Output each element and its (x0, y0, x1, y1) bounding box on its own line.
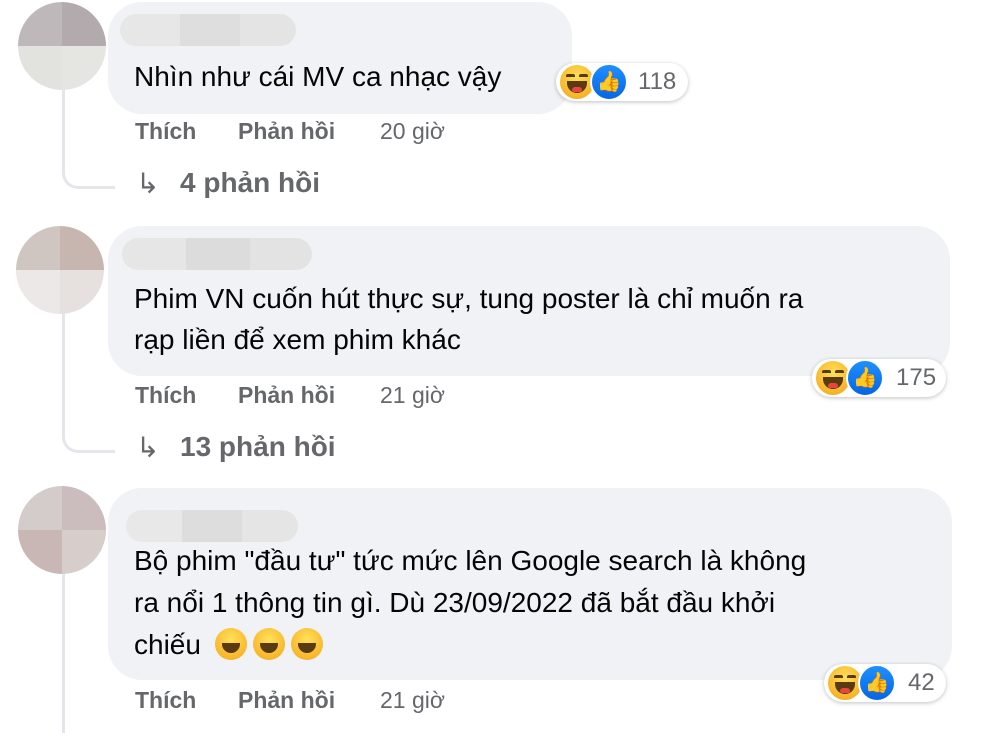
author-name-redacted[interactable] (126, 510, 298, 542)
reaction-count: 175 (896, 364, 937, 391)
comment-text-line: rạp liền để xem phim khác (134, 324, 461, 355)
haha-icon (828, 666, 862, 700)
like-button[interactable]: Thích (135, 382, 196, 409)
thread-line (62, 572, 65, 733)
view-replies-link[interactable]: 13 phản hồi (180, 431, 336, 463)
comment-text-line: Phim VN cuốn hút thực sự, tung poster là… (134, 283, 804, 314)
like-button[interactable]: Thích (135, 687, 196, 714)
comment-bubble[interactable]: Phim VN cuốn hút thực sự, tung poster là… (108, 226, 950, 376)
view-replies-link[interactable]: 4 phản hồi (180, 167, 320, 199)
haha-icon (816, 361, 850, 395)
avatar[interactable] (18, 486, 106, 574)
reply-button[interactable]: Phản hồi (238, 382, 335, 409)
reaction-summary[interactable]: 👍 118 (556, 63, 688, 101)
reply-arrow-icon: ↳ (136, 168, 160, 199)
like-icon: 👍 (846, 359, 884, 397)
reply-arrow-icon: ↳ (136, 432, 160, 463)
comment-timestamp[interactable]: 20 giờ (380, 118, 445, 145)
comment-text-line: Bộ phim "đầu tư" tức mức lên Google sear… (134, 545, 807, 576)
author-name-redacted[interactable] (120, 14, 296, 46)
reaction-summary[interactable]: 👍 42 (824, 664, 946, 702)
reply-button[interactable]: Phản hồi (238, 687, 335, 714)
reaction-summary[interactable]: 👍 175 (812, 359, 946, 397)
comment-bubble[interactable]: Nhìn như cái MV ca nhạc vậy (108, 2, 572, 114)
sweat-smile-icon (290, 628, 323, 660)
comment-text: Nhìn như cái MV ca nhạc vậy (134, 61, 502, 92)
comment-text-word: chiếu (134, 629, 201, 660)
thread-line (62, 90, 115, 189)
reply-button[interactable]: Phản hồi (238, 118, 335, 145)
avatar[interactable] (16, 226, 104, 314)
comment-bubble[interactable]: Bộ phim "đầu tư" tức mức lên Google sear… (108, 488, 952, 680)
joy-icon (252, 628, 285, 660)
like-icon: 👍 (590, 63, 628, 101)
comment-text-line: chiếu (134, 624, 329, 665)
comment-timestamp[interactable]: 21 giờ (380, 382, 445, 409)
rolling-laugh-icon (214, 628, 247, 660)
comment-text-line: ra nổi 1 thông tin gì. Dù 23/09/2022 đã … (134, 587, 776, 618)
author-name-redacted[interactable] (122, 238, 312, 270)
reaction-count: 118 (638, 68, 677, 95)
avatar[interactable] (18, 2, 106, 90)
like-icon: 👍 (858, 664, 896, 702)
comment-timestamp[interactable]: 21 giờ (380, 687, 445, 714)
haha-icon (560, 65, 594, 99)
reaction-count: 42 (908, 669, 935, 696)
like-button[interactable]: Thích (135, 118, 196, 145)
